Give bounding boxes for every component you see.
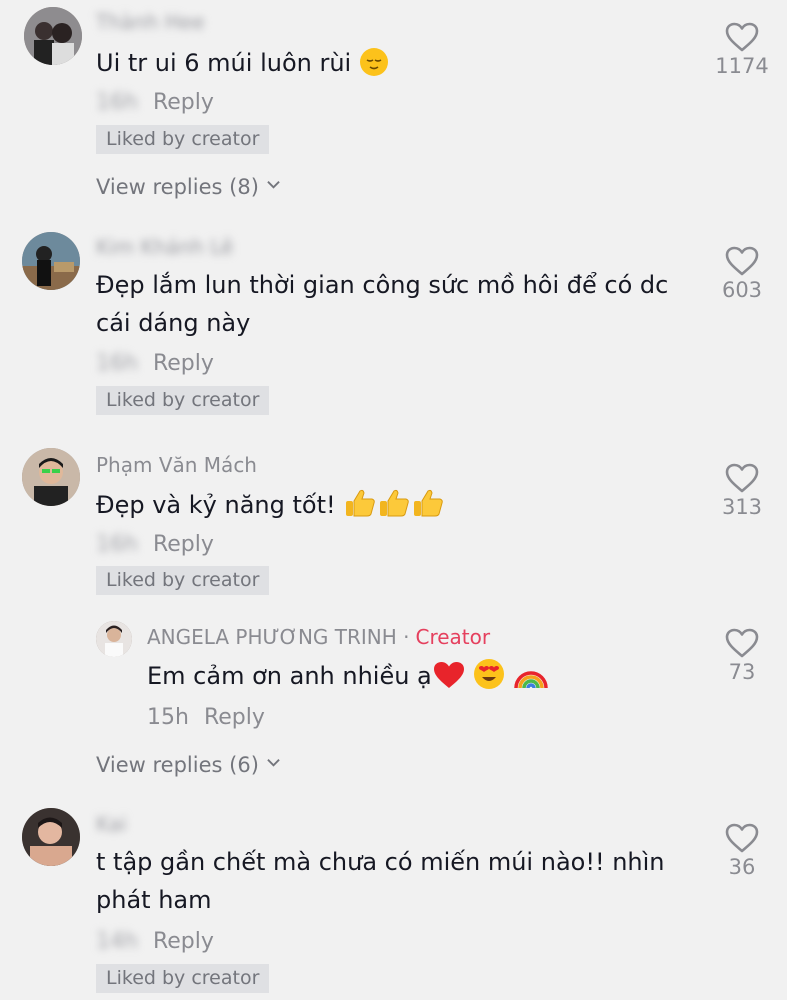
thumbs-up-icon bbox=[343, 487, 377, 530]
thumbs-up-icon bbox=[411, 487, 445, 530]
like-control: 73 bbox=[712, 628, 772, 684]
username[interactable]: Thành Hee bbox=[96, 10, 205, 34]
liked-by-creator-badge: Liked by creator bbox=[96, 386, 270, 415]
reply-button[interactable]: Reply bbox=[204, 705, 265, 730]
thumbs-up-icon bbox=[377, 487, 411, 530]
user-avatar[interactable] bbox=[22, 448, 80, 506]
separator: · bbox=[403, 625, 410, 649]
username[interactable]: Phạm Văn Mách bbox=[96, 453, 257, 477]
comment-meta: 14h Reply bbox=[96, 929, 214, 954]
comment-meta: 16h Reply bbox=[96, 90, 214, 115]
comment-meta: 15h Reply bbox=[147, 705, 265, 730]
chevron-down-icon bbox=[267, 759, 280, 767]
relieved-face-icon bbox=[359, 47, 389, 88]
comment-text-line: Đẹp lắm lun thời gian công sức mồ hôi để… bbox=[96, 271, 669, 299]
comment-text-body: Ui tr ui 6 múi luôn rùi bbox=[96, 49, 352, 77]
liked-by-creator-badge: Liked by creator bbox=[96, 964, 270, 993]
user-avatar[interactable] bbox=[22, 808, 80, 866]
user-avatar[interactable] bbox=[24, 7, 82, 65]
comment-time: 14h bbox=[96, 929, 138, 954]
comment-text-line: cái dáng này bbox=[96, 309, 251, 337]
creator-badge: Creator bbox=[415, 625, 491, 649]
comment-time: 16h bbox=[96, 90, 138, 115]
heart-eyes-face-icon bbox=[473, 658, 505, 701]
like-count: 1174 bbox=[715, 54, 769, 78]
rainbow-icon bbox=[513, 660, 549, 701]
comment-time: 16h bbox=[96, 532, 138, 557]
like-control: 603 bbox=[712, 246, 772, 302]
heart-outline-icon[interactable] bbox=[725, 463, 759, 493]
comment-meta: 16h Reply bbox=[96, 351, 214, 376]
view-replies-button[interactable]: View replies (6) bbox=[96, 753, 280, 777]
username[interactable]: Kai bbox=[96, 812, 127, 836]
creator-avatar[interactable] bbox=[96, 621, 132, 657]
liked-by-creator-badge: Liked by creator bbox=[96, 566, 270, 595]
heart-outline-icon[interactable] bbox=[725, 22, 759, 52]
comment-text-body: Em cảm ơn anh nhiều ạ bbox=[147, 662, 432, 690]
view-replies-label: View replies (8) bbox=[96, 175, 259, 199]
like-count: 36 bbox=[728, 855, 756, 879]
view-replies-button[interactable]: View replies (8) bbox=[96, 175, 280, 199]
view-replies-label: View replies (6) bbox=[96, 753, 259, 777]
comment-text-body: Đẹp và kỷ năng tốt! bbox=[96, 491, 336, 519]
reply-button[interactable]: Reply bbox=[153, 90, 214, 115]
like-count: 313 bbox=[721, 495, 763, 519]
comment-time: 16h bbox=[96, 351, 138, 376]
comment-time: 15h bbox=[147, 705, 189, 730]
like-control: 313 bbox=[712, 463, 772, 519]
username[interactable]: ANGELA PHƯƠNG TRINH bbox=[147, 625, 397, 649]
comment-text: Em cảm ơn anh nhiều ạ bbox=[147, 657, 549, 701]
reply-button[interactable]: Reply bbox=[153, 929, 214, 954]
heart-outline-icon[interactable] bbox=[725, 628, 759, 658]
comment-text-line: t tập gần chết mà chưa có miến múi nào!!… bbox=[96, 848, 665, 876]
comment-text: Đẹp và kỷ năng tốt! bbox=[96, 486, 445, 530]
heart-outline-icon[interactable] bbox=[725, 823, 759, 853]
comment-text: Ui tr ui 6 múi luôn rùi bbox=[96, 44, 389, 88]
username[interactable]: Kim Khánh Lê bbox=[96, 235, 233, 259]
like-control: 1174 bbox=[712, 22, 772, 78]
red-heart-icon bbox=[432, 660, 466, 701]
chevron-down-icon bbox=[267, 181, 280, 189]
like-count: 603 bbox=[721, 278, 763, 302]
comment-text-line: phát ham bbox=[96, 886, 212, 914]
reply-button[interactable]: Reply bbox=[153, 532, 214, 557]
liked-by-creator-badge: Liked by creator bbox=[96, 125, 270, 154]
heart-outline-icon[interactable] bbox=[725, 246, 759, 276]
like-count: 73 bbox=[728, 660, 756, 684]
reply-button[interactable]: Reply bbox=[153, 351, 214, 376]
comment-meta: 16h Reply bbox=[96, 532, 214, 557]
like-control: 36 bbox=[712, 823, 772, 879]
creator-username-row: ANGELA PHƯƠNG TRINH · Creator bbox=[147, 625, 490, 649]
user-avatar[interactable] bbox=[22, 232, 80, 290]
